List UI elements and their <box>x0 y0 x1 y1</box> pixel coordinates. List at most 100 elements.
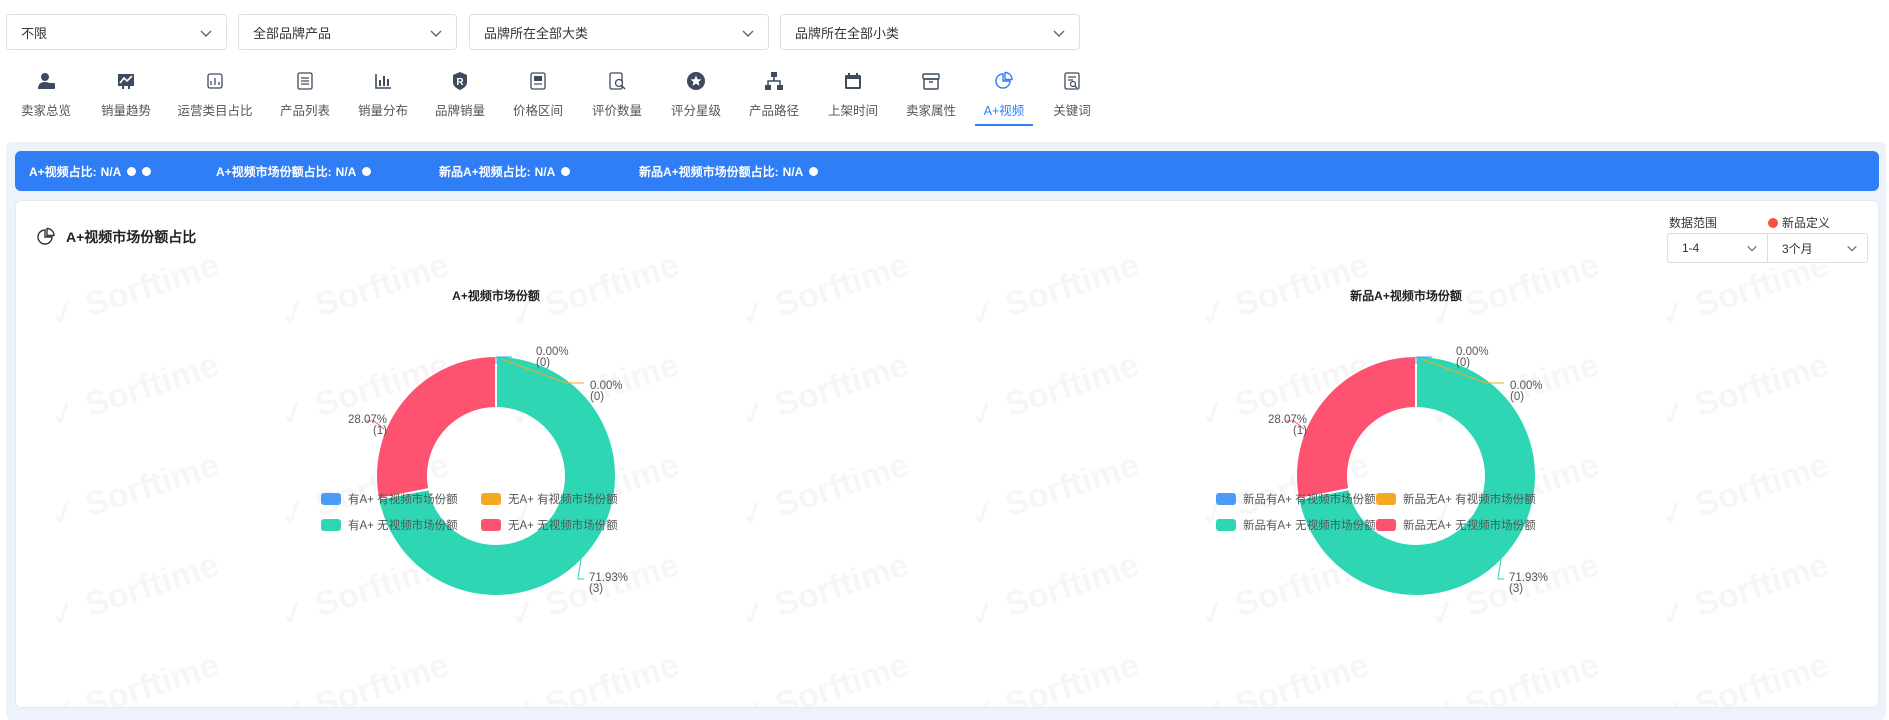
chevron-down-icon <box>1847 245 1857 252</box>
info-icon[interactable] <box>127 167 137 176</box>
info-icon[interactable] <box>142 167 152 176</box>
filter-select-3[interactable]: 品牌所在全部大类 <box>469 14 769 50</box>
price-icon <box>527 70 549 92</box>
legend-swatch <box>1216 493 1236 505</box>
legend-label: 无A+ 无视频市场份额 <box>508 520 618 532</box>
donut-slice[interactable] <box>1295 354 1417 501</box>
help-icon[interactable] <box>1768 217 1778 228</box>
legend-label: 新品有A+ 有视频市场份额 <box>1243 494 1376 506</box>
legend-item[interactable]: 新品无A+ 无视频市场份额 <box>1376 517 1536 533</box>
tab-brand-sales[interactable]: R 品牌销量 <box>434 68 486 126</box>
legend-swatch <box>321 519 341 531</box>
legend-item[interactable]: 有A+ 无视频市场份额 <box>321 517 458 533</box>
filter-select-2[interactable]: 全部品牌产品 <box>238 14 457 50</box>
watermark-text: ✓ Sorftime <box>964 545 1144 637</box>
filter-select-4[interactable]: 品牌所在全部小类 <box>780 14 1080 50</box>
filter-select-1[interactable]: 不限 <box>6 14 227 50</box>
box-icon <box>920 70 942 92</box>
tab-category-share[interactable]: 运营类目占比 <box>177 68 253 126</box>
legend-item[interactable]: 无A+ 有视频市场份额 <box>481 491 618 507</box>
tab-listing-date[interactable]: 上架时间 <box>827 68 879 126</box>
legend-item[interactable]: 无A+ 无视频市场份额 <box>481 517 618 533</box>
watermark-text: ✓ Sorftime <box>734 645 914 707</box>
filter-select-4-value: 品牌所在全部小类 <box>795 25 900 41</box>
legend-label: 新品无A+ 有视频市场份额 <box>1403 494 1536 506</box>
stat-value: N/A <box>534 164 556 179</box>
tree-icon <box>763 70 785 92</box>
tab-review-count[interactable]: 评价数量 <box>591 68 643 126</box>
stat-value: N/A <box>335 164 357 179</box>
review-icon <box>606 70 628 92</box>
legend-swatch <box>481 519 501 531</box>
new-definition-select[interactable]: 3个月 <box>1767 233 1868 263</box>
legend-label: 新品有A+ 无视频市场份额 <box>1243 520 1376 532</box>
analysis-tabs: 卖家总览 销量趋势 运营类目占比 产品列表 销量分布 R 品牌销量 价格区间 评… <box>0 68 1100 126</box>
data-label-count: (3) <box>589 583 603 595</box>
legend-item[interactable]: 新品有A+ 有视频市场份额 <box>1216 491 1376 507</box>
tab-label: 销量分布 <box>357 104 408 118</box>
svg-text:R: R <box>456 77 464 88</box>
tab-label: A+视频 <box>983 104 1025 118</box>
watermark-text: ✓ Sorftime <box>504 645 684 707</box>
data-label-count: (0) <box>590 391 604 403</box>
tab-price-range[interactable]: 价格区间 <box>512 68 564 126</box>
info-icon[interactable] <box>809 167 819 176</box>
legend-swatch <box>1216 519 1236 531</box>
new-definition-text: 新品定义 <box>1782 216 1831 230</box>
tab-sales-trend[interactable]: 销量趋势 <box>98 68 154 126</box>
tab-product-list[interactable]: 产品列表 <box>280 68 330 126</box>
pie-chart-icon <box>37 227 55 245</box>
card-title-text: A+视频市场份额占比 <box>66 229 197 245</box>
tab-label: 价格区间 <box>512 104 563 118</box>
info-icon[interactable] <box>362 167 372 176</box>
info-icon[interactable] <box>561 167 571 176</box>
tab-label: 品牌销量 <box>434 104 485 118</box>
legend-label: 新品无A+ 无视频市场份额 <box>1403 520 1536 532</box>
data-label-count: (0) <box>1456 357 1470 369</box>
brand-icon: R <box>449 70 471 92</box>
legend-swatch <box>1376 519 1396 531</box>
data-label-count: (0) <box>1510 391 1524 403</box>
tab-product-path[interactable]: 产品路径 <box>748 68 800 126</box>
tab-star-rating[interactable]: 评分星级 <box>670 68 722 126</box>
stat-value: N/A <box>100 164 122 179</box>
watermark-text: ✓ Sorftime <box>964 345 1144 437</box>
card-title: A+视频市场份额占比 <box>36 227 196 247</box>
tab-seller-attributes[interactable]: 卖家属性 <box>905 68 957 126</box>
tab-seller-overview[interactable]: 卖家总览 <box>18 68 74 126</box>
tab-keywords[interactable]: 关键词 <box>1052 68 1092 126</box>
tab-label: 运营类目占比 <box>177 104 253 118</box>
tab-label: 评价数量 <box>591 104 642 118</box>
stat-label: A+视频占比: <box>29 165 97 179</box>
stat-a-plus-video-ratio: A+视频占比: N/A <box>29 163 152 180</box>
chevron-down-icon <box>200 30 212 37</box>
market-share-card: ✓ Sorftime✓ Sorftime✓ Sorftime✓ Sorftime… <box>15 200 1879 708</box>
watermark-text: ✓ Sorftime <box>44 245 224 337</box>
tab-a-plus-video[interactable]: A+视频 <box>975 68 1033 126</box>
data-range-label: 数据范围 <box>1669 216 1718 230</box>
tab-label: 关键词 <box>1053 104 1091 118</box>
tab-label: 卖家总览 <box>20 104 71 118</box>
tab-label: 销量趋势 <box>100 104 151 118</box>
filter-select-3-value: 品牌所在全部大类 <box>484 25 589 41</box>
tab-label: 上架时间 <box>827 104 878 118</box>
legend-swatch <box>321 493 341 505</box>
legend-label: 有A+ 无视频市场份额 <box>348 520 458 532</box>
legend-item[interactable]: 新品有A+ 无视频市场份额 <box>1216 517 1376 533</box>
data-range-select[interactable]: 1-4 <box>1667 233 1768 263</box>
chevron-down-icon <box>430 30 442 37</box>
legend-item[interactable]: 新品无A+ 有视频市场份额 <box>1376 491 1536 507</box>
watermark-text: ✓ Sorftime <box>1194 645 1374 707</box>
watermark-text: ✓ Sorftime <box>1424 645 1604 707</box>
watermark-text: ✓ Sorftime <box>964 245 1144 337</box>
watermark-text: ✓ Sorftime <box>44 445 224 537</box>
watermark-text: ✓ Sorftime <box>964 645 1144 707</box>
tab-label: 评分星级 <box>670 104 721 118</box>
data-label-count: (1) <box>1293 425 1307 437</box>
donut-slice[interactable] <box>375 354 497 501</box>
new-definition-label[interactable]: 新品定义 <box>1768 214 1830 231</box>
filter-select-2-value: 全部品牌产品 <box>253 25 332 41</box>
legend-item[interactable]: 有A+ 有视频市场份额 <box>321 491 458 507</box>
tab-sales-distribution[interactable]: 销量分布 <box>357 68 409 126</box>
stat-new-a-plus-video-market-share: 新品A+视频市场份额占比: N/A <box>639 163 819 180</box>
